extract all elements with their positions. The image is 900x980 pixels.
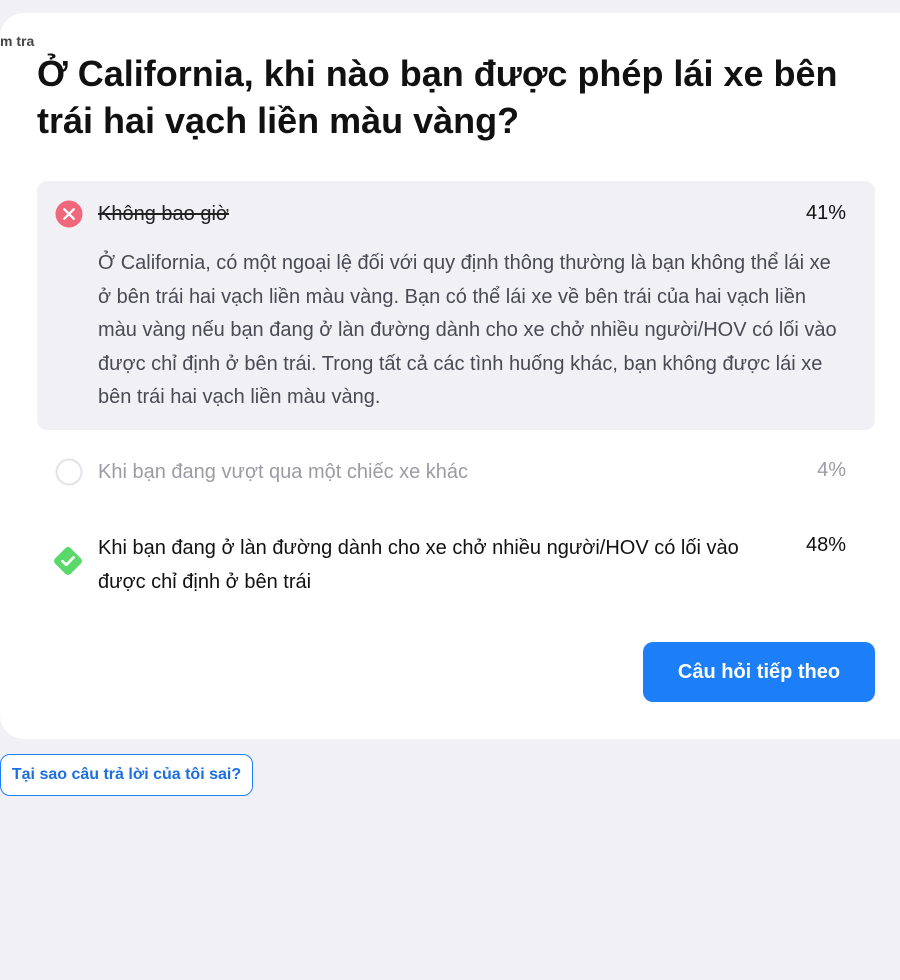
check-diamond-icon [54, 547, 82, 575]
answer-option-passing[interactable]: Khi bạn đang vượt qua một chiếc xe khác … [37, 450, 875, 494]
answer-option-never[interactable]: Không bao giờ 41% Ở California, có một n… [37, 181, 875, 430]
empty-circle-icon [55, 458, 83, 486]
answer-explanation: Ở California, có một ngoại lệ đối với qu… [98, 252, 837, 408]
answer-label: Không bao giờ [98, 203, 229, 225]
answer-percent: 41% [805, 202, 846, 224]
answer-label: Khi bạn đang ở làn đường dành cho xe chở… [98, 537, 739, 593]
next-question-button[interactable]: Câu hỏi tiếp theo [643, 642, 875, 702]
answer-option-hov-lane[interactable]: Khi bạn đang ở làn đường dành cho xe chở… [37, 528, 875, 608]
x-circle-icon [55, 200, 83, 228]
breadcrumb: m tra [0, 33, 35, 49]
answer-percent: 4% [817, 459, 846, 481]
why-wrong-button[interactable]: Tại sao câu trả lời của tôi sai? [0, 754, 253, 796]
answer-label: Khi bạn đang vượt qua một chiếc xe khác [98, 461, 469, 483]
answer-percent: 48% [805, 534, 846, 556]
question-title: Ở California, khi nào bạn được phép lái … [37, 53, 838, 141]
